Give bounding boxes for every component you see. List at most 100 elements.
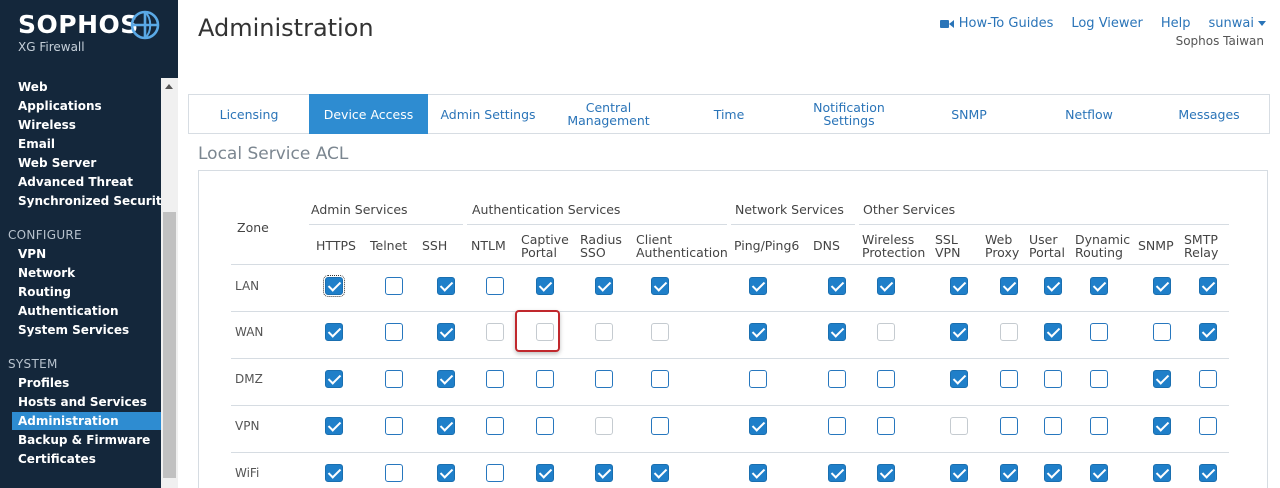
checkbox-wifi-telnet[interactable]: [385, 464, 403, 482]
tab-central-management[interactable]: Central Management: [548, 95, 669, 133]
checkbox-lan-https[interactable]: [323, 275, 345, 297]
checkbox-lan-user-portal[interactable]: [1044, 277, 1062, 295]
checkbox-dmz-smtp-relay[interactable]: [1199, 370, 1217, 388]
checkbox-vpn-snmp[interactable]: [1153, 417, 1171, 435]
checkbox-wifi-ntlm[interactable]: [486, 464, 504, 482]
checkbox-wifi-snmp[interactable]: [1153, 464, 1171, 482]
checkbox-wifi-client-authentication[interactable]: [651, 464, 669, 482]
checkbox-dmz-ntlm[interactable]: [486, 370, 504, 388]
sidebar-item-system-services[interactable]: System Services: [18, 321, 129, 339]
checkbox-lan-web-proxy[interactable]: [1000, 277, 1018, 295]
checkbox-wifi-https[interactable]: [325, 464, 343, 482]
checkbox-lan-snmp[interactable]: [1153, 277, 1171, 295]
checkbox-dmz-ping-ping6[interactable]: [749, 370, 767, 388]
checkbox-vpn-user-portal[interactable]: [1044, 417, 1062, 435]
checkbox-vpn-ntlm[interactable]: [486, 417, 504, 435]
checkbox-dmz-dns[interactable]: [828, 370, 846, 388]
checkbox-dmz-ssh[interactable]: [437, 370, 455, 388]
checkbox-dmz-ssl-vpn[interactable]: [950, 370, 968, 388]
tab-time[interactable]: Time: [669, 95, 789, 133]
sidebar-item-backup-firmware[interactable]: Backup & Firmware: [18, 431, 150, 449]
sidebar-item-email[interactable]: Email: [18, 135, 55, 153]
checkbox-wan-telnet[interactable]: [385, 323, 403, 341]
checkbox-lan-client-authentication[interactable]: [651, 277, 669, 295]
checkbox-dmz-snmp[interactable]: [1153, 370, 1171, 388]
checkbox-lan-telnet[interactable]: [385, 277, 403, 295]
sidebar-item-advanced-threat[interactable]: Advanced Threat: [18, 173, 133, 191]
sidebar-item-wireless[interactable]: Wireless: [18, 116, 76, 134]
checkbox-wan-https[interactable]: [325, 323, 343, 341]
checkbox-lan-smtp-relay[interactable]: [1199, 277, 1217, 295]
checkbox-vpn-ping-ping6[interactable]: [749, 417, 767, 435]
checkbox-vpn-wireless-protection[interactable]: [877, 417, 895, 435]
sidebar-item-hosts-and-services[interactable]: Hosts and Services: [18, 393, 147, 411]
checkbox-wan-ssl-vpn[interactable]: [950, 323, 968, 341]
tab-messages[interactable]: Messages: [1149, 95, 1269, 133]
checkbox-dmz-web-proxy[interactable]: [1000, 370, 1018, 388]
sidebar-item-administration[interactable]: Administration: [12, 412, 161, 430]
checkbox-wan-dynamic-routing[interactable]: [1090, 323, 1108, 341]
checkbox-vpn-ssh[interactable]: [437, 417, 455, 435]
checkbox-dmz-client-authentication[interactable]: [651, 370, 669, 388]
log-viewer-link[interactable]: Log Viewer: [1071, 16, 1143, 31]
checkbox-wifi-dynamic-routing[interactable]: [1090, 464, 1108, 482]
tab-device-access[interactable]: Device Access: [309, 94, 428, 134]
checkbox-lan-dynamic-routing[interactable]: [1090, 277, 1108, 295]
checkbox-vpn-web-proxy[interactable]: [1000, 417, 1018, 435]
sidebar-item-web[interactable]: Web: [18, 78, 48, 96]
sidebar-item-routing[interactable]: Routing: [18, 283, 71, 301]
checkbox-wan-smtp-relay[interactable]: [1199, 323, 1217, 341]
checkbox-dmz-dynamic-routing[interactable]: [1090, 370, 1108, 388]
checkbox-lan-ping-ping6[interactable]: [749, 277, 767, 295]
checkbox-wifi-captive-portal[interactable]: [536, 464, 554, 482]
tab-notification-settings[interactable]: Notification Settings: [789, 95, 909, 133]
checkbox-wifi-ssl-vpn[interactable]: [950, 464, 968, 482]
sidebar-item-certificates[interactable]: Certificates: [18, 450, 96, 468]
checkbox-dmz-https[interactable]: [325, 370, 343, 388]
checkbox-wifi-ssh[interactable]: [437, 464, 455, 482]
sidebar-item-vpn[interactable]: VPN: [18, 245, 46, 263]
checkbox-wan-user-portal[interactable]: [1044, 323, 1062, 341]
sidebar-item-profiles[interactable]: Profiles: [18, 374, 69, 392]
checkbox-wifi-radius-sso[interactable]: [595, 464, 613, 482]
scrollbar-thumb[interactable]: [163, 212, 176, 478]
checkbox-vpn-smtp-relay[interactable]: [1199, 417, 1217, 435]
checkbox-wifi-ping-ping6[interactable]: [749, 464, 767, 482]
how-to-guides-link[interactable]: How-To Guides: [939, 16, 1053, 31]
help-link[interactable]: Help: [1161, 16, 1191, 31]
checkbox-wan-ssh[interactable]: [437, 323, 455, 341]
checkbox-wifi-smtp-relay[interactable]: [1199, 464, 1217, 482]
user-menu[interactable]: sunwai: [1209, 16, 1266, 31]
checkbox-wifi-user-portal[interactable]: [1044, 464, 1062, 482]
checkbox-vpn-dynamic-routing[interactable]: [1090, 417, 1108, 435]
sidebar-scrollbar[interactable]: [161, 78, 178, 488]
tab-licensing[interactable]: Licensing: [189, 95, 309, 133]
checkbox-vpn-client-authentication[interactable]: [651, 417, 669, 435]
checkbox-wifi-wireless-protection[interactable]: [877, 464, 895, 482]
checkbox-wan-ping-ping6[interactable]: [749, 323, 767, 341]
scroll-up-arrow-icon[interactable]: [165, 84, 173, 89]
checkbox-lan-ssh[interactable]: [437, 277, 455, 295]
tab-netflow[interactable]: Netflow: [1029, 95, 1149, 133]
checkbox-lan-ssl-vpn[interactable]: [950, 277, 968, 295]
checkbox-vpn-telnet[interactable]: [385, 417, 403, 435]
checkbox-wan-snmp[interactable]: [1153, 323, 1171, 341]
checkbox-wifi-dns[interactable]: [828, 464, 846, 482]
checkbox-dmz-captive-portal[interactable]: [536, 370, 554, 388]
sidebar-item-network[interactable]: Network: [18, 264, 75, 282]
checkbox-dmz-user-portal[interactable]: [1044, 370, 1062, 388]
tab-admin-settings[interactable]: Admin Settings: [428, 95, 548, 133]
checkbox-lan-radius-sso[interactable]: [595, 277, 613, 295]
checkbox-lan-captive-portal[interactable]: [536, 277, 554, 295]
checkbox-dmz-telnet[interactable]: [385, 370, 403, 388]
checkbox-vpn-https[interactable]: [325, 417, 343, 435]
sidebar-item-synchronized-security[interactable]: Synchronized Security: [18, 192, 169, 210]
checkbox-dmz-wireless-protection[interactable]: [877, 370, 895, 388]
sidebar-item-web-server[interactable]: Web Server: [18, 154, 96, 172]
checkbox-wifi-web-proxy[interactable]: [1000, 464, 1018, 482]
sidebar-item-applications[interactable]: Applications: [18, 97, 102, 115]
checkbox-lan-wireless-protection[interactable]: [877, 277, 895, 295]
checkbox-wan-dns[interactable]: [828, 323, 846, 341]
checkbox-vpn-dns[interactable]: [828, 417, 846, 435]
checkbox-lan-ntlm[interactable]: [486, 277, 504, 295]
